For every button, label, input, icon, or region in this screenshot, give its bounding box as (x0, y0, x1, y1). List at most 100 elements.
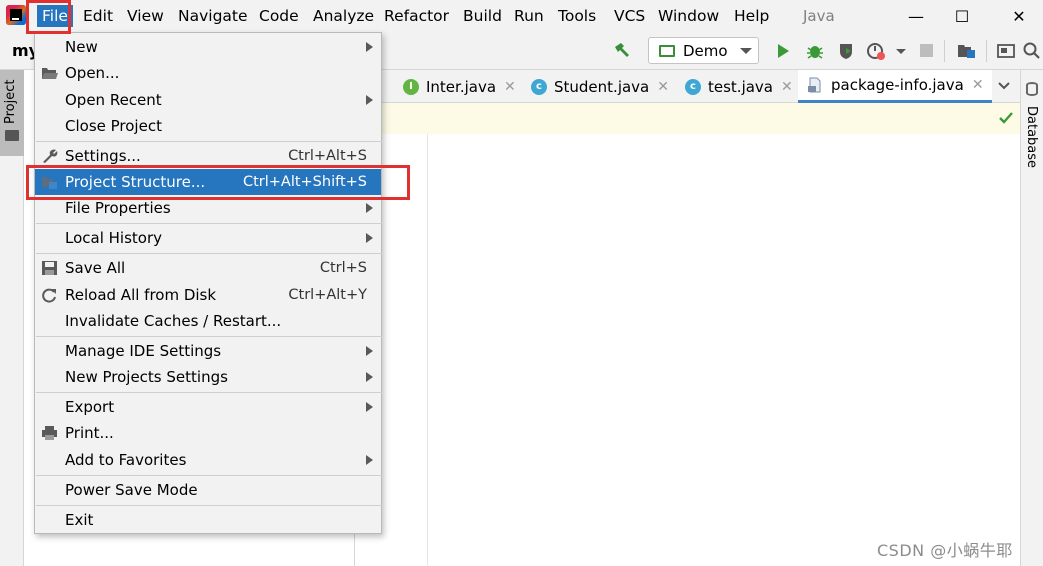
tab-list-chevron-icon[interactable] (997, 81, 1011, 91)
file-menu-settings[interactable]: Settings... Ctrl+Alt+S (35, 143, 381, 169)
menu-separator (36, 141, 382, 142)
close-icon[interactable]: ✕ (504, 79, 516, 95)
file-menu-new-projects-settings[interactable]: New Projects Settings (35, 364, 381, 390)
database-toolwindow-tab[interactable]: Database (1021, 74, 1043, 168)
menu-tools[interactable]: Tools (558, 5, 596, 27)
package-info-file-icon (808, 77, 821, 93)
menu-item-label: Project Structure... (65, 173, 206, 191)
database-icon (1026, 82, 1038, 96)
close-window-button[interactable]: ✕ (996, 0, 1042, 32)
menu-edit[interactable]: Edit (83, 5, 113, 27)
file-menu-print[interactable]: Print... (35, 420, 381, 446)
file-menu-local-history[interactable]: Local History (35, 225, 381, 251)
more-run-options-chevron-icon[interactable] (896, 49, 906, 54)
menu-item-label: New (65, 38, 98, 56)
shortcut-text: Ctrl+Alt+S (288, 148, 367, 164)
project-tab-label: Project (3, 79, 18, 124)
class-icon: c (685, 78, 701, 95)
inspection-ok-check-icon[interactable] (998, 110, 1014, 126)
menu-build[interactable]: Build (463, 5, 502, 27)
file-menu-file-properties[interactable]: File Properties (35, 195, 381, 221)
menu-item-label: Print... (65, 424, 114, 442)
menu-item-label: New Projects Settings (65, 368, 228, 386)
intellij-app-icon[interactable] (6, 5, 26, 25)
maximize-button[interactable]: ☐ (939, 0, 985, 32)
file-menu-export[interactable]: Export (35, 394, 381, 420)
save-icon (42, 261, 57, 275)
ide-window: File Edit View Navigate Code Analyze Ref… (0, 0, 1043, 566)
file-menu-save-all[interactable]: Save All Ctrl+S (35, 255, 381, 281)
menu-navigate[interactable]: Navigate (178, 5, 248, 27)
menu-refactor[interactable]: Refactor (384, 5, 449, 27)
menu-window[interactable]: Window (658, 5, 719, 27)
menu-separator (36, 505, 382, 506)
file-menu-new[interactable]: New (35, 34, 381, 60)
menu-run[interactable]: Run (514, 5, 544, 27)
file-menu-exit[interactable]: Exit (35, 507, 381, 533)
menu-item-label: Manage IDE Settings (65, 342, 222, 360)
watermark: CSDN @小蜗牛耶 (877, 541, 1013, 560)
menu-item-label: Settings... (65, 147, 141, 165)
file-menu-open-recent[interactable]: Open Recent (35, 87, 381, 113)
menu-item-label: Export (65, 398, 115, 416)
shortcut-text: Ctrl+Alt+Shift+S (242, 174, 367, 190)
menu-bar: File Edit View Navigate Code Analyze Ref… (0, 0, 1043, 32)
profiler-icon[interactable] (866, 41, 886, 61)
menu-view[interactable]: View (127, 5, 164, 27)
toolbar-divider (944, 40, 945, 62)
menu-item-label: Open Recent (65, 91, 162, 109)
submenu-arrow-icon (366, 42, 373, 52)
menu-analyze[interactable]: Analyze (313, 5, 374, 27)
code-editor[interactable] (428, 103, 1020, 566)
menu-separator (36, 392, 382, 393)
tab-package-info-java[interactable]: package-info.java ✕ (798, 70, 992, 103)
run-icon[interactable] (773, 41, 793, 61)
file-menu-project-structure[interactable]: Project Structure... Ctrl+Alt+Shift+S (35, 169, 381, 195)
stop-icon[interactable] (920, 44, 933, 57)
menu-item-label: Power Save Mode (65, 481, 198, 499)
file-menu-close-project[interactable]: Close Project (35, 113, 381, 139)
file-menu-add-to-favorites[interactable]: Add to Favorites (35, 447, 381, 473)
file-menu-invalidate-caches[interactable]: Invalidate Caches / Restart... (35, 308, 381, 334)
presentation-mode-icon[interactable] (996, 41, 1016, 61)
menu-vcs[interactable]: VCS (614, 5, 645, 27)
editor-current-line (428, 103, 1020, 134)
run-config-label: Demo (683, 41, 728, 60)
tab-label: package-info.java (831, 76, 964, 94)
database-tab-label: Database (1024, 106, 1039, 169)
run-configuration-selector[interactable]: Demo (648, 37, 759, 64)
menu-item-label: Local History (65, 229, 163, 247)
minimize-button[interactable]: — (893, 0, 939, 32)
menu-separator (36, 253, 382, 254)
print-icon (42, 426, 57, 440)
folder-icon (5, 130, 19, 141)
build-hammer-icon[interactable] (612, 40, 632, 60)
menu-item-label: Exit (65, 511, 94, 529)
menu-item-label: Add to Favorites (65, 451, 187, 469)
file-menu-power-save-mode[interactable]: Power Save Mode (35, 477, 381, 503)
close-icon[interactable]: ✕ (657, 79, 669, 95)
menu-help[interactable]: Help (734, 5, 769, 27)
window-title: Java (803, 7, 835, 25)
tab-test-java[interactable]: c test.java ✕ (685, 70, 793, 103)
menu-item-label: Close Project (65, 117, 162, 135)
run-with-coverage-icon[interactable] (836, 41, 856, 61)
tab-student-java[interactable]: c Student.java ✕ (531, 70, 669, 103)
close-icon[interactable]: ✕ (781, 79, 793, 95)
tab-label: test.java (708, 77, 774, 96)
menu-file[interactable]: File (37, 5, 73, 27)
file-menu-open[interactable]: Open... (35, 60, 381, 86)
submenu-arrow-icon (366, 455, 373, 465)
close-icon[interactable]: ✕ (972, 77, 984, 93)
reload-icon (42, 288, 56, 303)
editor-tab-bar: I Inter.java ✕ c Student.java ✕ c test.j… (355, 70, 1020, 103)
search-icon[interactable] (1022, 41, 1042, 61)
debug-icon[interactable] (805, 41, 825, 61)
menu-code[interactable]: Code (259, 5, 299, 27)
file-menu-reload-all[interactable]: Reload All from Disk Ctrl+Alt+Y (35, 282, 381, 308)
project-structure-toolbar-icon[interactable] (956, 41, 976, 61)
shortcut-text: Ctrl+Alt+Y (288, 287, 367, 303)
file-menu-manage-ide-settings[interactable]: Manage IDE Settings (35, 338, 381, 364)
tab-inter-java[interactable]: I Inter.java ✕ (403, 70, 516, 103)
project-toolwindow-tab[interactable]: Project (0, 70, 24, 156)
